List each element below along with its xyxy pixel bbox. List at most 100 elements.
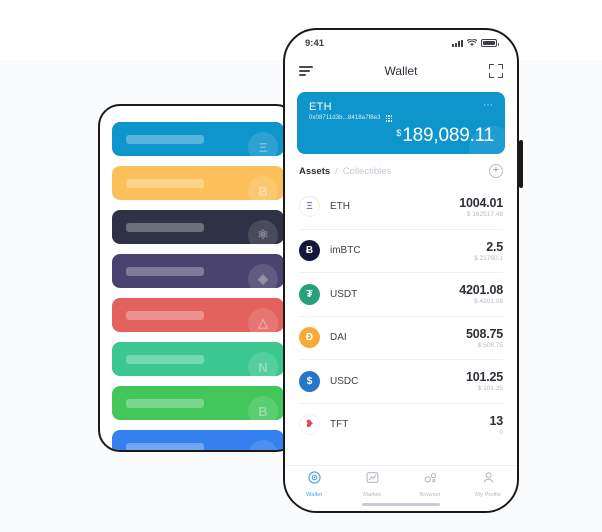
market-icon — [366, 471, 379, 489]
placeholder-coin-icon: ◈ — [248, 264, 278, 288]
balance-card[interactable]: ETH 0x08711d3b...8418a7f8e3 ⋯ $ 189,089.… — [297, 92, 505, 154]
placeholder-bar — [126, 134, 204, 144]
asset-row[interactable]: ₮ USDT 4201.08 $ 4201.08 — [299, 272, 503, 316]
asset-symbol-label: TFT — [330, 419, 349, 431]
tabbar-label: Market — [363, 492, 381, 498]
placeholder-card: N — [112, 342, 284, 376]
asset-fiat-value: 0 — [499, 428, 503, 436]
asset-amount: 13 — [489, 413, 503, 428]
asset-fiat-value: $ 508.75 — [477, 341, 503, 349]
placeholder-coin-icon: Ƀ — [248, 176, 278, 200]
asset-values: 101.25 $ 101.25 — [466, 370, 503, 392]
placeholder-card: Ξ — [112, 122, 284, 156]
placeholder-coin-icon: N — [248, 352, 278, 376]
placeholder-card-list: ΞɃ ⚛ ◈ △ NB L — [100, 106, 296, 450]
asset-symbol-label: ETH — [330, 201, 350, 213]
asset-list: Ξ ETH 1004.01 $ 162517.48 ɃimBTC 2.5 $ 21760.1… — [285, 185, 517, 446]
asset-symbol-label: USDT — [330, 288, 358, 300]
asset-symbol-label: USDC — [330, 375, 359, 387]
placeholder-card: B — [112, 386, 284, 420]
status-bar-indicators — [452, 39, 499, 47]
screenshot-canvas: ΞɃ⚛◈△NBL 9:41 Wallet ETH — [0, 0, 602, 532]
asset-fiat-value: $ 4201.08 — [474, 298, 503, 306]
tabbar-label: Browser — [419, 492, 441, 498]
currency-symbol: $ — [396, 128, 402, 138]
balance-card-address-row[interactable]: 0x08711d3b...8418a7f8e3 — [309, 115, 493, 122]
asset-amount: 101.25 — [465, 370, 503, 385]
wallet-address: 0x08711d3b...8418a7f8e3 — [309, 115, 381, 122]
battery-icon — [481, 39, 499, 47]
usdc-coin-icon: $ — [299, 370, 320, 392]
usdt-coin-icon: ₮ — [299, 283, 320, 305]
placeholder-bar — [126, 354, 204, 364]
asset-amount: 4201.08 — [459, 283, 503, 298]
tabbar-label: Wallet — [306, 492, 322, 498]
asset-amount: 508.75 — [465, 326, 503, 341]
phone-device: 9:41 Wallet ETH 0x08711d3b...8418a7f8e3 — [283, 28, 519, 513]
asset-values: 508.75 $ 508.75 — [466, 327, 503, 349]
placeholder-card: ◈ — [112, 254, 284, 288]
asset-row[interactable]: Ξ ETH 1004.01 $ 162517.48 — [299, 185, 503, 229]
asset-fiat-value: $ 162517.48 — [466, 210, 503, 218]
placeholder-bar — [126, 222, 204, 232]
dai-coin-icon: Ð — [299, 327, 320, 349]
asset-amount: 1004.01 — [459, 195, 503, 210]
cellular-signal-icon — [452, 39, 463, 47]
wifi-icon — [467, 39, 477, 46]
hamburger-menu-icon[interactable] — [299, 66, 313, 76]
imbtc-coin-icon: Ƀ — [299, 240, 320, 262]
asset-values: 2.5 $ 21760.1 — [474, 240, 503, 262]
asset-row[interactable]: $ USDC 101.25 $ 101.25 — [299, 359, 503, 403]
placeholder-bar — [126, 178, 204, 188]
placeholder-card: L — [112, 430, 284, 450]
placeholder-card-panel: ΞɃ ⚛ ◈ △ NB L — [98, 104, 298, 452]
eth-coin-icon: Ξ — [299, 196, 320, 218]
placeholder-coin-icon: ⚛ — [248, 220, 278, 244]
asset-fiat-value: $ 101.25 — [477, 385, 503, 393]
status-bar-time: 9:41 — [305, 37, 325, 49]
placeholder-coin-icon: B — [248, 396, 278, 420]
browser-icon — [424, 471, 437, 489]
wallet-icon — [307, 471, 321, 489]
asset-row[interactable]: ɃimBTC 2.5 $ 21760.1 — [299, 228, 503, 273]
placeholder-bar — [126, 266, 204, 276]
balance-amount: 189,089.11 — [402, 125, 494, 146]
placeholder-coin-icon: Ξ — [248, 132, 278, 156]
placeholder-bar — [126, 310, 204, 320]
asset-row[interactable]: ❥ TFT 13 0 — [299, 402, 503, 447]
placeholder-coin-icon: L — [248, 440, 278, 450]
navigation-bar: Wallet — [285, 56, 517, 86]
asset-fiat-value: $ 21760.1 — [474, 254, 503, 262]
assets-tabs: Assets / Collectibles — [299, 166, 391, 177]
tabbar-item-my-profile[interactable]: My Profile — [459, 471, 517, 498]
asset-symbol-label: DAI — [330, 332, 347, 344]
tabbar-label: My Profile — [475, 492, 501, 498]
placeholder-bar — [126, 398, 204, 408]
more-options-icon[interactable]: ⋯ — [483, 101, 494, 111]
tab-separator: / — [335, 165, 338, 176]
asset-values: 13 0 — [489, 414, 503, 436]
qr-code-icon[interactable] — [385, 115, 393, 122]
tab-collectibles[interactable]: Collectibles — [343, 166, 392, 177]
tabbar-item-browser[interactable]: Browser — [401, 471, 459, 498]
asset-row[interactable]: Ð DAI 508.75 $ 508.75 — [299, 315, 503, 360]
tabbar-item-wallet[interactable]: Wallet — [285, 471, 343, 498]
plus-circle-icon[interactable]: + — [489, 164, 503, 178]
placeholder-card: Ƀ — [112, 166, 284, 200]
placeholder-bar — [126, 442, 204, 450]
asset-values: 1004.01 $ 162517.48 — [459, 196, 503, 218]
home-indicator — [362, 503, 440, 506]
status-bar: 9:41 — [285, 30, 517, 56]
balance-amount-row: $ 189,089.11 — [396, 125, 494, 147]
placeholder-card: △ — [112, 298, 284, 332]
scan-qr-icon[interactable] — [489, 64, 503, 78]
tabbar-item-market[interactable]: Market — [343, 471, 401, 498]
tab-assets[interactable]: Assets — [299, 166, 330, 177]
page-title: Wallet — [384, 64, 418, 78]
asset-symbol-label: imBTC — [330, 245, 361, 257]
assets-tabs-row: Assets / Collectibles + — [285, 154, 517, 185]
phone-side-button[interactable] — [519, 140, 523, 188]
tft-coin-icon: ❥ — [299, 414, 320, 436]
placeholder-coin-icon: △ — [248, 308, 278, 332]
asset-values: 4201.08 $ 4201.08 — [459, 283, 503, 305]
